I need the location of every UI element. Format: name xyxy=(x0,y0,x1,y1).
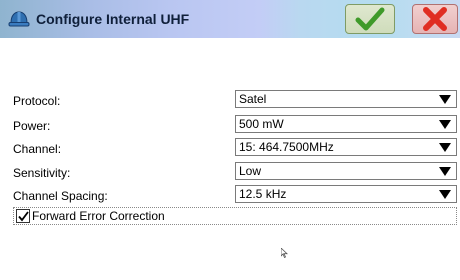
protocol-value: Satel xyxy=(239,92,267,106)
power-value: 500 mW xyxy=(239,117,284,131)
dropdown-arrow-icon xyxy=(439,167,451,176)
checkmark-icon xyxy=(355,7,385,31)
fec-label: Forward Error Correction xyxy=(32,209,165,223)
title-bar: Configure Internal UHF xyxy=(0,0,460,38)
cancel-button[interactable] xyxy=(412,4,458,34)
channel-spacing-value: 12.5 kHz xyxy=(239,187,287,201)
protocol-select[interactable]: Satel xyxy=(235,90,457,108)
x-icon xyxy=(423,7,447,31)
power-label: Power: xyxy=(13,119,51,133)
dropdown-arrow-icon xyxy=(439,120,451,129)
mouse-cursor-icon xyxy=(281,248,288,258)
channel-select[interactable]: 15: 464.7500MHz xyxy=(235,138,457,156)
window-title: Configure Internal UHF xyxy=(36,11,190,27)
channel-label: Channel: xyxy=(13,142,62,156)
hard-hat-icon xyxy=(8,11,30,27)
dropdown-arrow-icon xyxy=(439,190,451,199)
channel-spacing-select[interactable]: 12.5 kHz xyxy=(235,185,457,203)
channel-value: 15: 464.7500MHz xyxy=(239,140,334,154)
fec-checkbox-row[interactable]: Forward Error Correction xyxy=(13,207,457,225)
checkmark-icon xyxy=(18,211,29,222)
ok-button[interactable] xyxy=(345,4,395,34)
sensitivity-label: Sensitivity: xyxy=(13,166,71,180)
power-select[interactable]: 500 mW xyxy=(235,115,457,133)
dropdown-arrow-icon xyxy=(439,95,451,104)
channel-spacing-label: Channel Spacing: xyxy=(13,189,108,203)
protocol-label: Protocol: xyxy=(13,94,61,108)
fec-checkbox[interactable] xyxy=(16,209,30,223)
dropdown-arrow-icon xyxy=(439,143,451,152)
sensitivity-select[interactable]: Low xyxy=(235,162,457,180)
sensitivity-value: Low xyxy=(239,164,262,178)
